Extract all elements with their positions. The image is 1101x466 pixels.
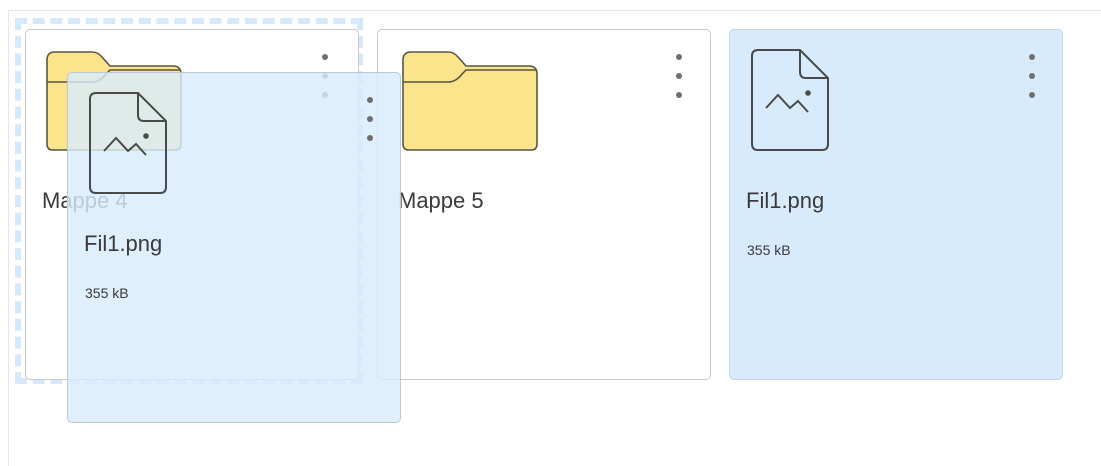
drag-ghost-size: 355 kB bbox=[85, 285, 129, 301]
file-card-fil1-png[interactable]: Fil1.png 355 kB bbox=[729, 29, 1063, 380]
file-browser-grid: Mappe 4 Mappe 5 Fil1.png 355 kB bbox=[0, 0, 1101, 466]
image-file-icon bbox=[89, 92, 167, 194]
more-vertical-icon bbox=[364, 97, 376, 141]
more-vertical-icon[interactable] bbox=[673, 54, 685, 98]
image-file-icon bbox=[751, 49, 829, 151]
top-divider bbox=[8, 10, 1101, 11]
item-size: 355 kB bbox=[747, 242, 791, 258]
folder-icon bbox=[402, 51, 538, 151]
more-vertical-icon[interactable] bbox=[1026, 54, 1038, 98]
item-name: Mappe 5 bbox=[398, 188, 484, 213]
item-name: Fil1.png bbox=[746, 188, 825, 213]
left-divider bbox=[8, 10, 9, 466]
folder-card-mappe-5[interactable]: Mappe 5 bbox=[377, 29, 711, 380]
drag-ghost-card: Fil1.png 355 kB bbox=[67, 72, 401, 423]
drag-ghost-name: Fil1.png bbox=[84, 231, 163, 256]
